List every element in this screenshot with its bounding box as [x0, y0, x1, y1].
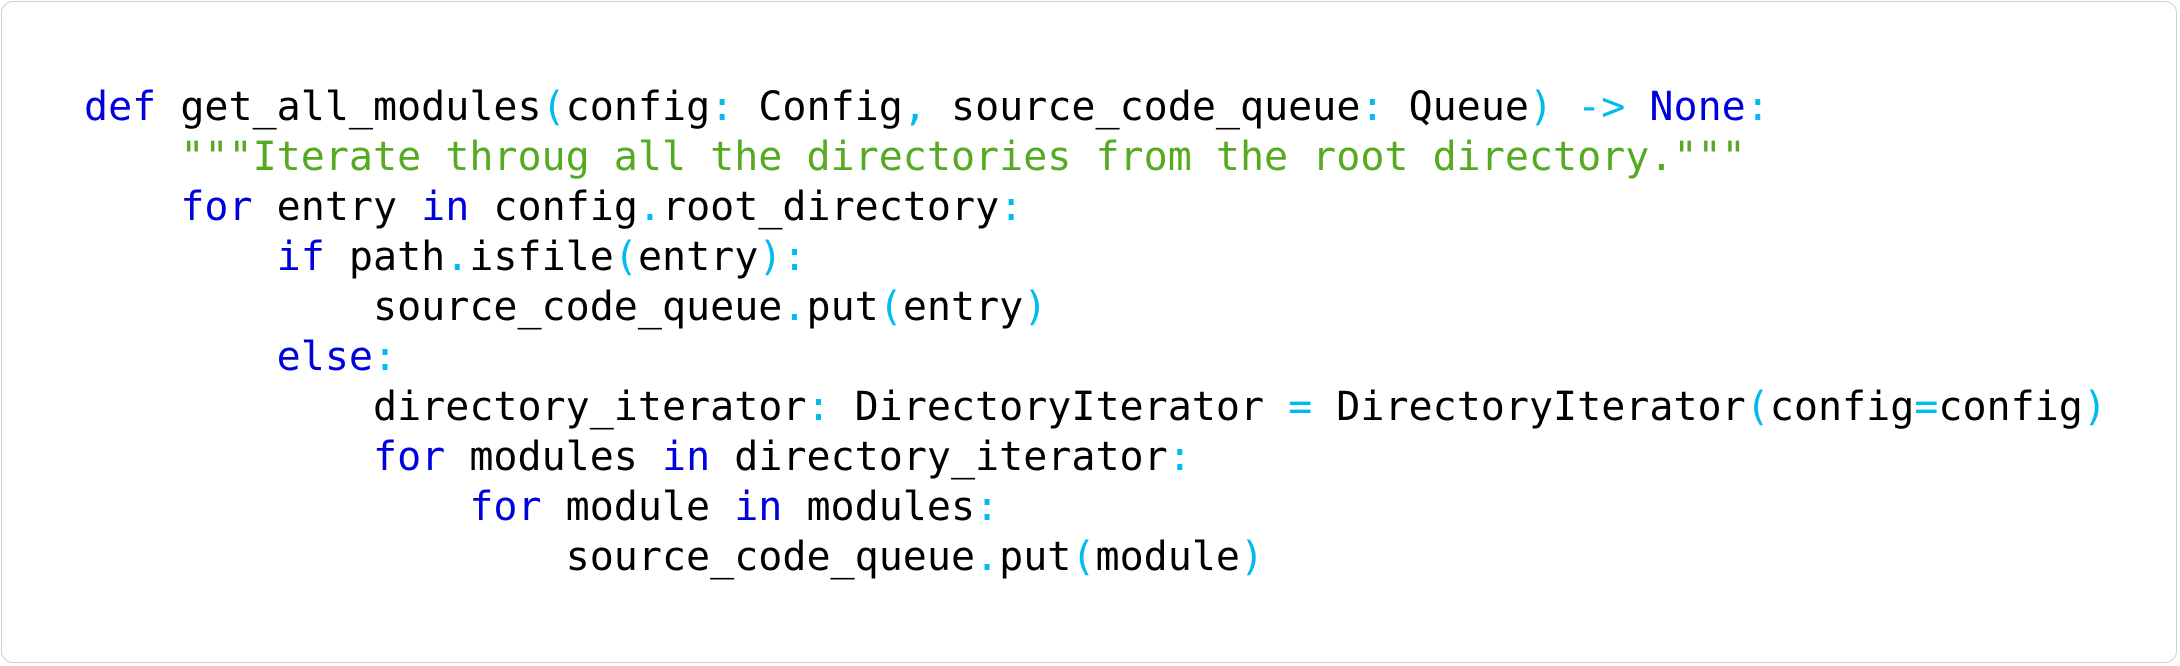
code-identifier: root_directory — [662, 184, 1000, 230]
code-keyword: for — [372, 434, 446, 480]
code-punctuation: : — [1360, 84, 1385, 130]
code-keyword: if — [276, 234, 325, 280]
code-docstring: """Iterate throug all the directories fr… — [180, 134, 1746, 180]
code-identifier: DirectoryIterator — [830, 384, 1289, 430]
code-punctuation: : — [710, 84, 735, 130]
code-punctuation: ): — [758, 234, 807, 280]
code-identifier: directory_iterator — [372, 384, 807, 430]
code-punctuation: : — [1167, 434, 1192, 480]
code-punctuation: ( — [613, 234, 638, 280]
code-punctuation: : — [372, 334, 398, 380]
code-keyword: in — [661, 434, 711, 480]
code-keyword: in — [734, 484, 783, 530]
code-identifier: entry — [637, 234, 759, 280]
code-line: if path.isfile(entry): — [84, 232, 2107, 282]
code-identifier: source_code_queue — [565, 534, 976, 580]
code-identifier: isfile — [469, 234, 614, 280]
code-keyword: for — [180, 184, 253, 230]
code-punctuation: . — [637, 184, 662, 230]
code-punctuation: ( — [541, 84, 566, 130]
code-punctuation: = — [1914, 384, 1939, 430]
code-keyword: def — [84, 84, 157, 130]
code-identifier: source_code_queue — [372, 284, 783, 330]
code-punctuation: ( — [1071, 534, 1096, 580]
code-punctuation: : — [999, 184, 1024, 230]
code-identifier: modules — [445, 434, 662, 480]
code-identifier: put — [999, 534, 1072, 580]
code-punctuation: ) — [1529, 84, 1554, 130]
code-keyword: None — [1625, 84, 1746, 130]
code-identifier: config — [1938, 384, 2083, 430]
code-identifier: put — [806, 284, 879, 330]
code-punctuation: = — [1288, 384, 1313, 430]
code-line: source_code_queue.put(module) — [84, 532, 2107, 582]
code-identifier: source_code_queue — [926, 84, 1361, 130]
code-line: for module in modules: — [84, 482, 2107, 532]
code-identifier: DirectoryIterator — [1312, 384, 1746, 430]
code-keyword: else — [276, 334, 373, 380]
code-identifier: config — [1769, 384, 1915, 430]
code-identifier: entry — [252, 184, 422, 230]
code-line: directory_iterator: DirectoryIterator = … — [84, 382, 2107, 432]
code-line: else: — [84, 332, 2107, 382]
code-punctuation: ( — [1745, 384, 1770, 430]
code-block[interactable]: def get_all_modules(config: Config, sour… — [84, 82, 2107, 582]
code-identifier: path — [324, 234, 446, 280]
code-identifier: entry — [902, 284, 1024, 330]
code-line: for modules in directory_iterator: — [84, 432, 2107, 482]
code-punctuation: ) — [1023, 284, 1048, 330]
code-identifier: config — [565, 84, 711, 130]
code-line: source_code_queue.put(entry) — [84, 282, 2107, 332]
code-punctuation: : — [1745, 84, 1770, 130]
code-punctuation: ) — [2082, 384, 2107, 430]
code-identifier: directory_iterator — [710, 434, 1168, 480]
code-line: """Iterate throug all the directories fr… — [84, 132, 2107, 182]
code-line: def get_all_modules(config: Config, sour… — [84, 82, 2107, 132]
code-punctuation: : — [975, 484, 1000, 530]
code-keyword: in — [421, 184, 470, 230]
code-punctuation: ( — [878, 284, 903, 330]
code-identifier: Config — [734, 84, 903, 130]
code-keyword: for — [469, 484, 542, 530]
code-punctuation: . — [782, 284, 807, 330]
code-snippet-card: def get_all_modules(config: Config, sour… — [1, 1, 2177, 663]
code-punctuation: . — [445, 234, 470, 280]
code-identifier: get_all_modules — [156, 84, 542, 130]
code-line: for entry in config.root_directory: — [84, 182, 2107, 232]
code-punctuation: , — [902, 84, 927, 130]
code-identifier: Queue — [1384, 84, 1529, 130]
code-identifier: modules — [782, 484, 976, 530]
code-punctuation: ) — [1239, 534, 1265, 580]
code-punctuation: . — [975, 534, 1000, 580]
code-identifier: module — [541, 484, 735, 530]
code-punctuation: -> — [1553, 84, 1626, 130]
code-punctuation: : — [806, 384, 831, 430]
code-identifier: config — [469, 184, 638, 230]
code-identifier: module — [1095, 534, 1240, 580]
